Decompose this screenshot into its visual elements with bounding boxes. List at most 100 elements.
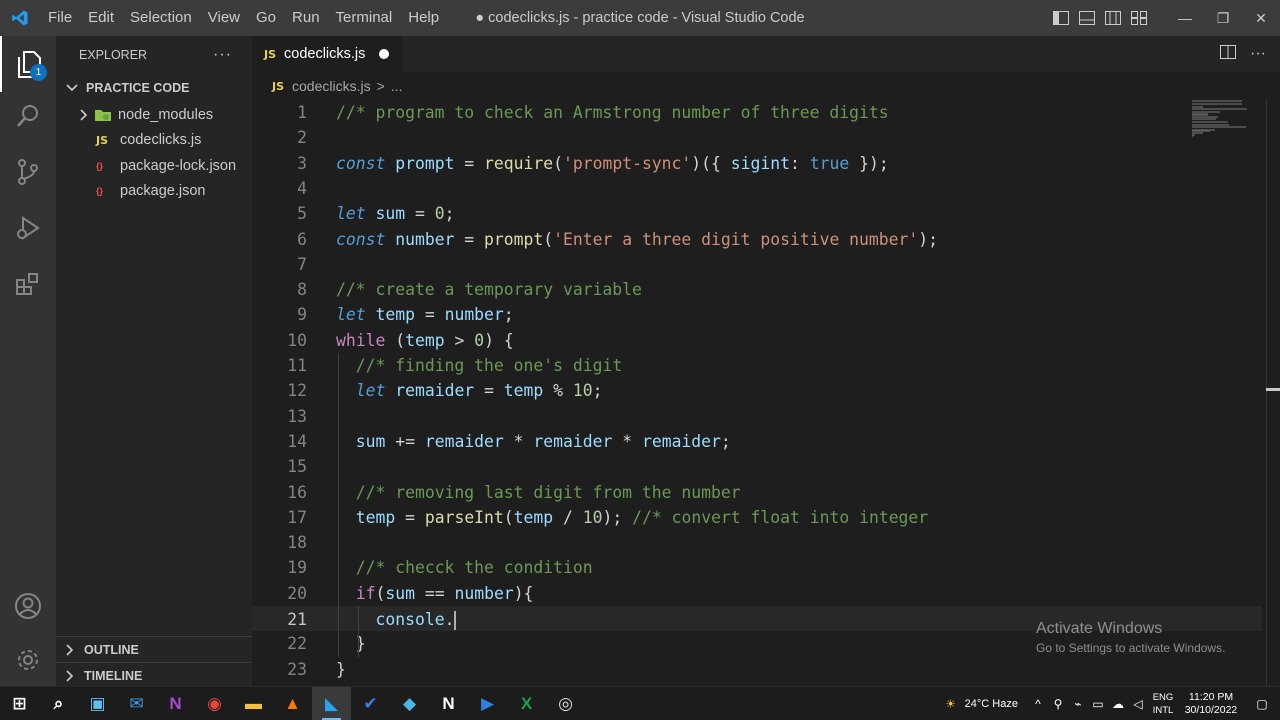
volume-icon[interactable]: ◁ (1128, 687, 1148, 720)
line-number: 18 (287, 533, 307, 553)
vertical-scrollbar[interactable] (1266, 100, 1280, 686)
code-line[interactable]: 11 //* finding the one's digit (252, 353, 1262, 378)
tree-item-package-lock-json[interactable]: {} package-lock.json (56, 153, 252, 179)
notifications-icon[interactable]: ▢ (1244, 687, 1280, 720)
code-line[interactable]: 2 (252, 125, 1262, 150)
title-actions: — ❐ ✕ (1048, 0, 1280, 36)
code-line[interactable]: 19 //* checck the condition (252, 555, 1262, 580)
code-line[interactable]: 6 const number = prompt('Enter a three di… (252, 227, 1262, 252)
weather-icon[interactable]: ☀ (941, 687, 961, 720)
code-token: }); (849, 153, 889, 173)
clipchamp-icon[interactable]: ▶ (468, 687, 507, 720)
code-line[interactable]: 14 sum += remaider * remaider * remaider… (252, 429, 1262, 454)
toggle-sidebar-icon[interactable] (1048, 0, 1074, 36)
breadcrumb-more[interactable]: ... (391, 78, 403, 94)
menu-edit[interactable]: Edit (80, 0, 122, 36)
code-token: //* checck the condition (355, 558, 593, 578)
code-line[interactable]: 10 while (temp > 0) { (252, 328, 1262, 353)
code-line[interactable]: 13 (252, 404, 1262, 429)
input-language[interactable]: ENG INTL (1148, 691, 1178, 717)
unsaved-dot-icon[interactable] (379, 49, 389, 59)
menu-go[interactable]: Go (248, 0, 284, 36)
menu-run[interactable]: Run (284, 0, 328, 36)
chrome-icon[interactable]: ◉ (195, 687, 234, 720)
vlc-icon[interactable]: ▲ (273, 687, 312, 720)
settings-gear-icon[interactable] (0, 632, 56, 688)
close-button[interactable]: ✕ (1242, 0, 1280, 36)
account-icon[interactable] (0, 578, 56, 634)
files-icon[interactable]: 1 (0, 36, 56, 92)
code-line[interactable]: 18 (252, 530, 1262, 555)
split-editor-icon[interactable] (1220, 44, 1237, 64)
network-usb-icon[interactable]: ⚲ (1048, 687, 1068, 720)
code-line[interactable]: 1 //* program to check an Armstrong numbe… (252, 100, 1262, 125)
tree-item-package-json[interactable]: {} package.json (56, 179, 252, 205)
code-token: ; (720, 431, 731, 451)
tab-codeclicks-js[interactable]: JS codeclicks.js (252, 36, 402, 72)
customize-layout-icon[interactable] (1126, 0, 1152, 36)
menu-selection[interactable]: Selection (122, 0, 200, 36)
code-editor[interactable]: 1 //* program to check an Armstrong numbe… (252, 100, 1280, 686)
extensions-icon[interactable] (0, 256, 56, 312)
source-control-icon[interactable] (0, 144, 56, 200)
project-folder-header[interactable]: PRACTICE CODE (56, 74, 252, 102)
editor-area: JS codeclicks.js ··· JS codeclicks.js > … (252, 36, 1280, 686)
code-line[interactable]: 5 let sum = 0; (252, 201, 1262, 226)
vscode-icon[interactable]: ◣ (312, 686, 351, 720)
code-token: 0 (434, 204, 445, 224)
js-file-icon: JS (272, 79, 285, 93)
excel-icon[interactable]: X (507, 687, 546, 720)
obs-icon[interactable]: ◎ (546, 687, 585, 720)
code-line[interactable]: 15 (252, 454, 1262, 479)
onenote-icon[interactable]: N (156, 687, 195, 720)
windows-start-icon[interactable]: ⊞ (0, 687, 39, 720)
code-token: //* program to check an Armstrong number… (336, 103, 889, 122)
weather-text[interactable]: 24°C Haze (965, 698, 1018, 710)
clock[interactable]: 11:20 PM 30/10/2022 (1178, 691, 1244, 717)
more-actions-icon[interactable]: ··· (1250, 45, 1266, 63)
breadcrumb-file[interactable]: codeclicks.js (292, 78, 371, 94)
code-token: = (454, 153, 485, 173)
menu-help[interactable]: Help (400, 0, 447, 36)
code-line[interactable]: 3 const prompt = require('prompt-sync')({… (252, 151, 1262, 176)
battery-icon[interactable]: ▭ (1088, 687, 1108, 720)
file-explorer-icon[interactable]: ▬ (234, 687, 273, 720)
toggle-panel-icon[interactable] (1074, 0, 1100, 36)
code-line[interactable]: 16 //* removing last digit from the numb… (252, 480, 1262, 505)
code-token: / (553, 507, 583, 527)
code-token: } (336, 659, 346, 679)
notion-icon[interactable]: N (429, 687, 468, 720)
code-line[interactable]: 4 (252, 176, 1262, 201)
code-line[interactable]: 8 //* create a temporary variable (252, 277, 1262, 302)
chevron-up-icon[interactable]: ^ (1028, 687, 1048, 720)
code-line[interactable]: 7 (252, 252, 1262, 277)
more-actions-button[interactable]: ··· (213, 46, 232, 64)
minimize-button[interactable]: — (1166, 0, 1204, 36)
menu-view[interactable]: View (200, 0, 248, 36)
store-icon[interactable]: ▣ (78, 687, 117, 720)
search-icon[interactable] (0, 88, 56, 144)
minimap[interactable] (1192, 100, 1262, 140)
code-line[interactable]: 23} (252, 657, 1262, 682)
chevron-right-icon (62, 643, 78, 656)
code-line[interactable]: 20 if(sum == number){ (252, 581, 1262, 606)
tree-item-codeclicks-js[interactable]: JS codeclicks.js (56, 128, 252, 154)
menu-file[interactable]: File (40, 0, 80, 36)
code-line[interactable]: 9 let temp = number; (252, 302, 1262, 327)
wifi-icon[interactable]: ☁ (1108, 687, 1128, 720)
bluetooth-icon[interactable]: ⌁ (1068, 687, 1088, 720)
toggle-secondary-sidebar-icon[interactable] (1100, 0, 1126, 36)
search-icon[interactable]: ⌕ (39, 687, 78, 720)
code-token: ){ (513, 583, 534, 603)
outline-section[interactable]: OUTLINE (56, 636, 252, 662)
3d-viewer-icon[interactable]: ◆ (390, 687, 429, 720)
code-line[interactable]: 12 let remaider = temp % 10; (252, 378, 1262, 403)
code-line[interactable]: 17 temp = parseInt(temp / 10); //* conve… (252, 505, 1262, 530)
todo-icon[interactable]: ✔ (351, 687, 390, 720)
timeline-section[interactable]: TIMELINE (56, 662, 252, 688)
menu-terminal[interactable]: Terminal (328, 0, 401, 36)
maximize-button[interactable]: ❐ (1204, 0, 1242, 36)
run-debug-icon[interactable] (0, 200, 56, 256)
mail-icon[interactable]: ✉ (117, 687, 156, 720)
tree-item-node-modules[interactable]: node_modules (56, 102, 252, 128)
